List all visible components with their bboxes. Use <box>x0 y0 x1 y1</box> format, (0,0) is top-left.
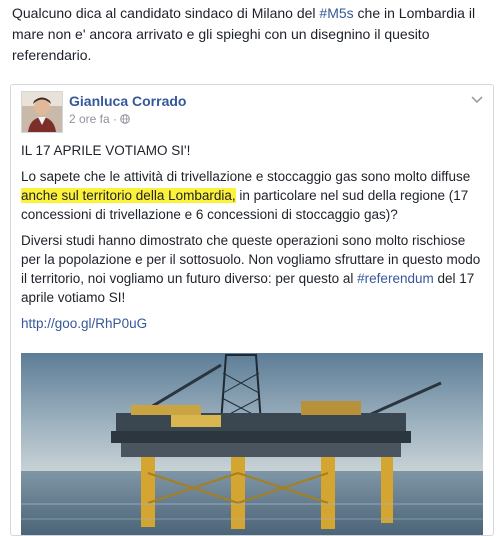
post-meta: 2 ore fa · <box>69 112 131 126</box>
highlighted-text: anche sul territorio della Lombardia, <box>21 188 236 203</box>
post-paragraph-1: Lo sapete che le attività di trivellazio… <box>21 167 483 224</box>
post-paragraph-2: Diversi studi hanno dimostrato che quest… <box>21 231 483 307</box>
avatar[interactable] <box>21 91 63 133</box>
post-title: IL 17 APRILE VOTIAMO SI'! <box>21 143 191 158</box>
post-body: IL 17 APRILE VOTIAMO SI'! Lo sapete che … <box>21 141 483 340</box>
hashtag-m5s-link[interactable]: #M5s <box>319 5 353 21</box>
p1-before: Lo sapete che le attività di trivellazio… <box>21 169 471 184</box>
intro-text-part1: Qualcuno dica al candidato sindaco di Mi… <box>12 5 320 21</box>
short-url-link[interactable]: http://goo.gl/RhP0uG <box>21 316 147 331</box>
intro-text: Qualcuno dica al candidato sindaco di Mi… <box>12 3 488 66</box>
shared-post-card: Gianluca Corrado 2 ore fa · IL 17 APRILE… <box>10 84 494 536</box>
chevron-down-icon[interactable] <box>471 93 483 107</box>
hashtag-referendum-link[interactable]: #referendum <box>357 271 434 286</box>
author-name-link[interactable]: Gianluca Corrado <box>69 93 186 109</box>
meta-separator: · <box>109 112 121 126</box>
oil-platform-photo[interactable] <box>21 353 483 535</box>
post-time-link[interactable]: 2 ore fa <box>69 112 110 126</box>
globe-icon <box>120 112 131 126</box>
